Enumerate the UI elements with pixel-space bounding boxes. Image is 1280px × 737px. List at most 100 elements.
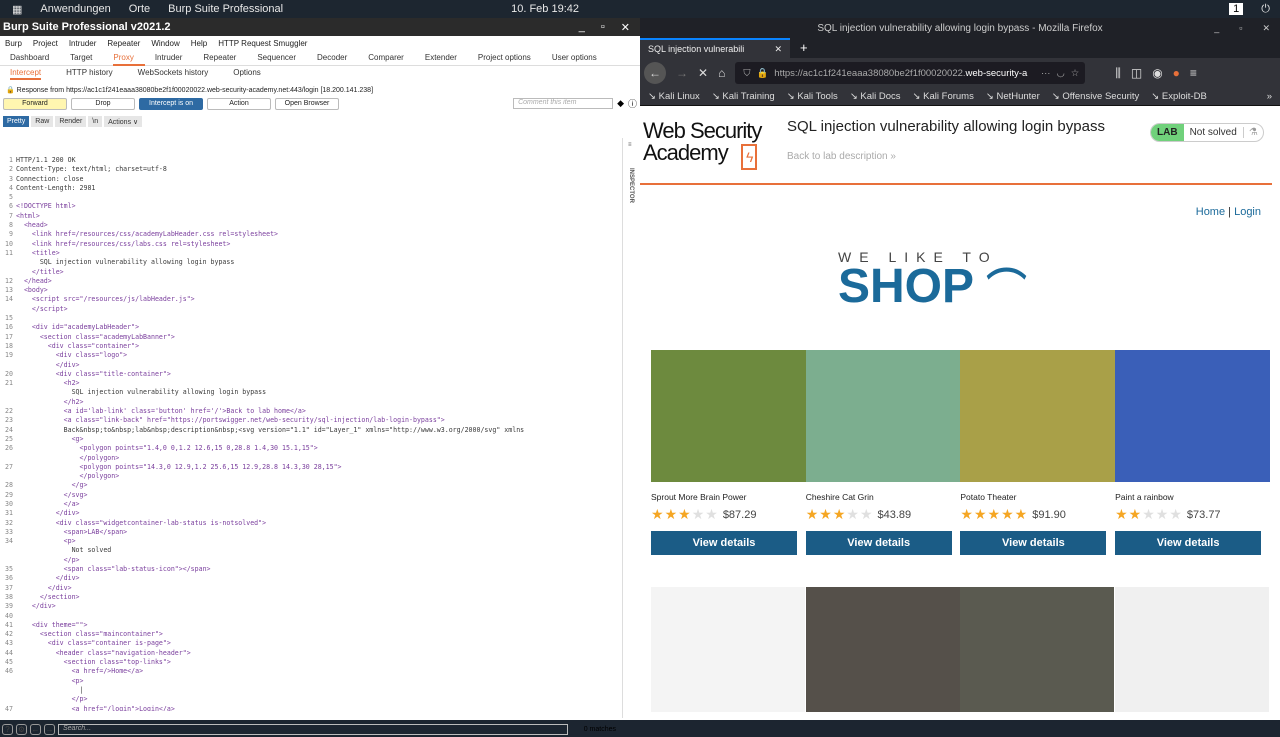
login-link[interactable]: Login	[1234, 206, 1261, 218]
tab-intruder[interactable]: Intruder	[155, 50, 194, 66]
forward-arrow-icon[interactable]: →	[44, 723, 55, 735]
open-browser-button[interactable]: Open Browser	[275, 97, 339, 110]
home-link[interactable]: Home	[1196, 206, 1225, 218]
forward-icon[interactable]: →	[676, 66, 688, 80]
product-image[interactable]	[805, 350, 961, 482]
workspace-indicator[interactable]: 1	[1229, 3, 1244, 15]
subtab-options[interactable]: Options	[233, 66, 261, 80]
subtab-http-history[interactable]: HTTP history	[66, 66, 113, 80]
product-image[interactable]	[960, 587, 1115, 712]
tab-user-options[interactable]: User options	[552, 50, 608, 66]
drop-button[interactable]: Drop	[71, 97, 135, 110]
product-image[interactable]	[1115, 350, 1271, 482]
more-icon[interactable]: ···	[1041, 68, 1051, 79]
places-menu[interactable]: Orte	[129, 3, 150, 15]
gear-icon[interactable]: ⚙	[16, 723, 27, 735]
product-image[interactable]	[960, 350, 1116, 482]
apps-grid-icon[interactable]: ▦	[12, 3, 22, 16]
pocket-icon[interactable]: ◡	[1056, 68, 1064, 79]
menu-intruder[interactable]: Intruder	[69, 39, 97, 48]
product-image[interactable]	[805, 587, 960, 712]
product-image[interactable]	[651, 587, 805, 712]
back-icon[interactable]: ←	[644, 62, 666, 84]
tab-project-options[interactable]: Project options	[478, 50, 542, 66]
intercept-toggle[interactable]: Intercept is on	[139, 97, 203, 110]
action-button[interactable]: Action	[207, 97, 271, 110]
close-icon[interactable]: ✕	[621, 21, 630, 34]
new-tab-icon[interactable]: +	[800, 40, 808, 55]
close-icon[interactable]: ✕	[1262, 23, 1270, 34]
comment-input[interactable]: Comment this item	[513, 98, 614, 109]
tab-render[interactable]: Render	[55, 116, 87, 127]
star-icon[interactable]: ☆	[1071, 68, 1080, 79]
search-input[interactable]: Search...	[58, 723, 568, 735]
library-icon[interactable]: ⫼	[1115, 66, 1121, 81]
tab-sequencer[interactable]: Sequencer	[257, 50, 307, 66]
power-icon[interactable]: ⏻	[1261, 3, 1270, 16]
bookmark-kali-training[interactable]: ↘ Kali Training	[712, 91, 775, 102]
code-line: 17 <section class="academyLabBanner">	[3, 333, 615, 342]
bookmark-nethunter[interactable]: ↘ NetHunter	[986, 91, 1040, 102]
subtab-websockets-history[interactable]: WebSockets history	[138, 66, 209, 80]
menu-help[interactable]: Help	[191, 39, 207, 48]
inspector-label[interactable]: INSPECTOR	[628, 168, 634, 203]
minimize-icon[interactable]: _	[1214, 23, 1219, 34]
forward-button[interactable]: Forward	[3, 97, 67, 110]
help-icon[interactable]: ?	[2, 723, 13, 735]
tab-proxy[interactable]: Proxy	[113, 50, 145, 66]
bookmark-offensive-security[interactable]: ↘ Offensive Security	[1052, 91, 1140, 102]
taskbar-burp[interactable]: Burp Suite Professional	[168, 3, 283, 15]
tab-repeater[interactable]: Repeater	[203, 50, 247, 66]
view-details-button[interactable]: View details	[1115, 531, 1262, 555]
product-image[interactable]	[1115, 587, 1270, 712]
actions-dropdown[interactable]: Actions ∨	[104, 116, 143, 127]
tab-target[interactable]: Target	[70, 50, 103, 66]
maximize-icon[interactable]: ▫	[601, 21, 605, 34]
tab-decoder[interactable]: Decoder	[317, 50, 358, 66]
back-to-description-link[interactable]: Back to lab description »	[787, 151, 896, 162]
maximize-icon[interactable]: ▫	[1239, 23, 1242, 34]
view-details-button[interactable]: View details	[960, 531, 1107, 555]
view-details-button[interactable]: View details	[805, 531, 952, 555]
browser-tab[interactable]: SQL injection vulnerabili ✕	[640, 38, 790, 58]
subtab-intercept[interactable]: Intercept	[10, 66, 42, 80]
view-details-button[interactable]: View details	[651, 531, 797, 555]
bookmark-kali-tools[interactable]: ↘ Kali Tools	[787, 91, 838, 102]
extension-icon[interactable]: ●	[1173, 66, 1180, 80]
close-tab-icon[interactable]: ✕	[774, 44, 782, 55]
back-arrow-icon[interactable]: ←	[30, 723, 41, 735]
code-line: 34 <p>	[3, 537, 615, 546]
web-security-academy-logo[interactable]: Web Security Academy ϟ	[643, 120, 762, 170]
tab-pretty[interactable]: Pretty	[3, 116, 30, 127]
tab-raw[interactable]: Raw	[31, 116, 54, 127]
sidebar-icon[interactable]: ◫	[1131, 66, 1142, 80]
menu-burp[interactable]: Burp	[5, 39, 22, 48]
account-icon[interactable]: ◉	[1152, 66, 1162, 80]
menu-http-request-smuggler[interactable]: HTTP Request Smuggler	[218, 39, 307, 48]
chevron-right-icon[interactable]: »	[1267, 91, 1272, 102]
home-icon[interactable]: ⌂	[718, 66, 725, 80]
menu-icon[interactable]: ≡	[1190, 66, 1197, 80]
bookmark-kali-forums[interactable]: ↘ Kali Forums	[913, 91, 974, 102]
product-image[interactable]	[651, 350, 806, 482]
url-prefix: https://ac1c1f241eaaa38080be2f1f00020022…	[774, 67, 966, 79]
bookmark-kali-docs[interactable]: ↘ Kali Docs	[850, 91, 901, 102]
tab-newline[interactable]: \n	[88, 116, 103, 127]
menu-repeater[interactable]: Repeater	[107, 39, 140, 48]
tab-extender[interactable]: Extender	[425, 50, 468, 66]
tab-dashboard[interactable]: Dashboard	[10, 50, 60, 66]
bookmark-kali-linux[interactable]: ↘ Kali Linux	[648, 91, 700, 102]
url-bar[interactable]: ⛉ 🔒 https://ac1c1f241eaaa38080be2f1f000200…	[735, 62, 1086, 84]
menu-project[interactable]: Project	[33, 39, 58, 48]
minimize-icon[interactable]: _	[579, 21, 585, 34]
stop-icon[interactable]: ✕	[698, 66, 708, 80]
bookmark-exploit-db[interactable]: ↘ Exploit-DB	[1151, 91, 1206, 102]
message-editor[interactable]: 1 HTTP/1.1 200 OK 2 Content-Type: text/html…	[3, 156, 615, 711]
menu-window[interactable]: Window	[151, 39, 179, 48]
highlight-icon[interactable]: ◆	[617, 98, 624, 109]
tab-comparer[interactable]: Comparer	[368, 50, 415, 66]
inspector-panel[interactable]: ≡ INSPECTOR	[622, 138, 640, 718]
help-icon[interactable]: ⓘ	[628, 97, 637, 110]
applications-menu[interactable]: Anwendungen	[40, 3, 110, 15]
menu-icon[interactable]: ≡	[628, 142, 632, 148]
